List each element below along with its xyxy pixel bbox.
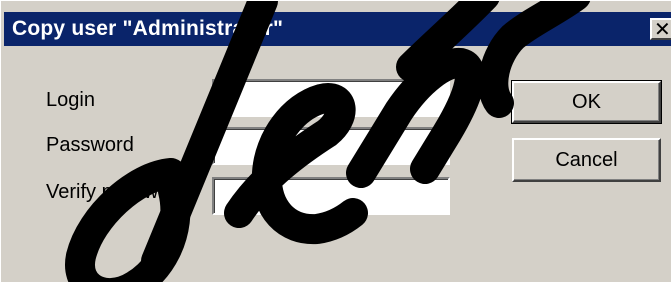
cancel-button[interactable]: Cancel: [512, 138, 661, 182]
verify-password-field[interactable]: [212, 177, 450, 215]
copy-user-dialog: Copy user "Administrator" ✕ Login Passwo…: [0, 0, 671, 282]
ok-button[interactable]: OK: [511, 80, 662, 124]
close-icon: ✕: [654, 17, 671, 41]
text-caret: [220, 88, 221, 110]
close-button[interactable]: ✕: [650, 18, 671, 40]
verify-password-label: Verify password: [46, 181, 188, 203]
login-field[interactable]: [212, 79, 450, 117]
dialog-title: Copy user "Administrator": [12, 17, 284, 40]
password-field[interactable]: [212, 127, 450, 165]
login-label: Login: [46, 89, 95, 111]
title-bar[interactable]: Copy user "Administrator" ✕: [4, 12, 671, 46]
password-label: Password: [46, 134, 134, 156]
